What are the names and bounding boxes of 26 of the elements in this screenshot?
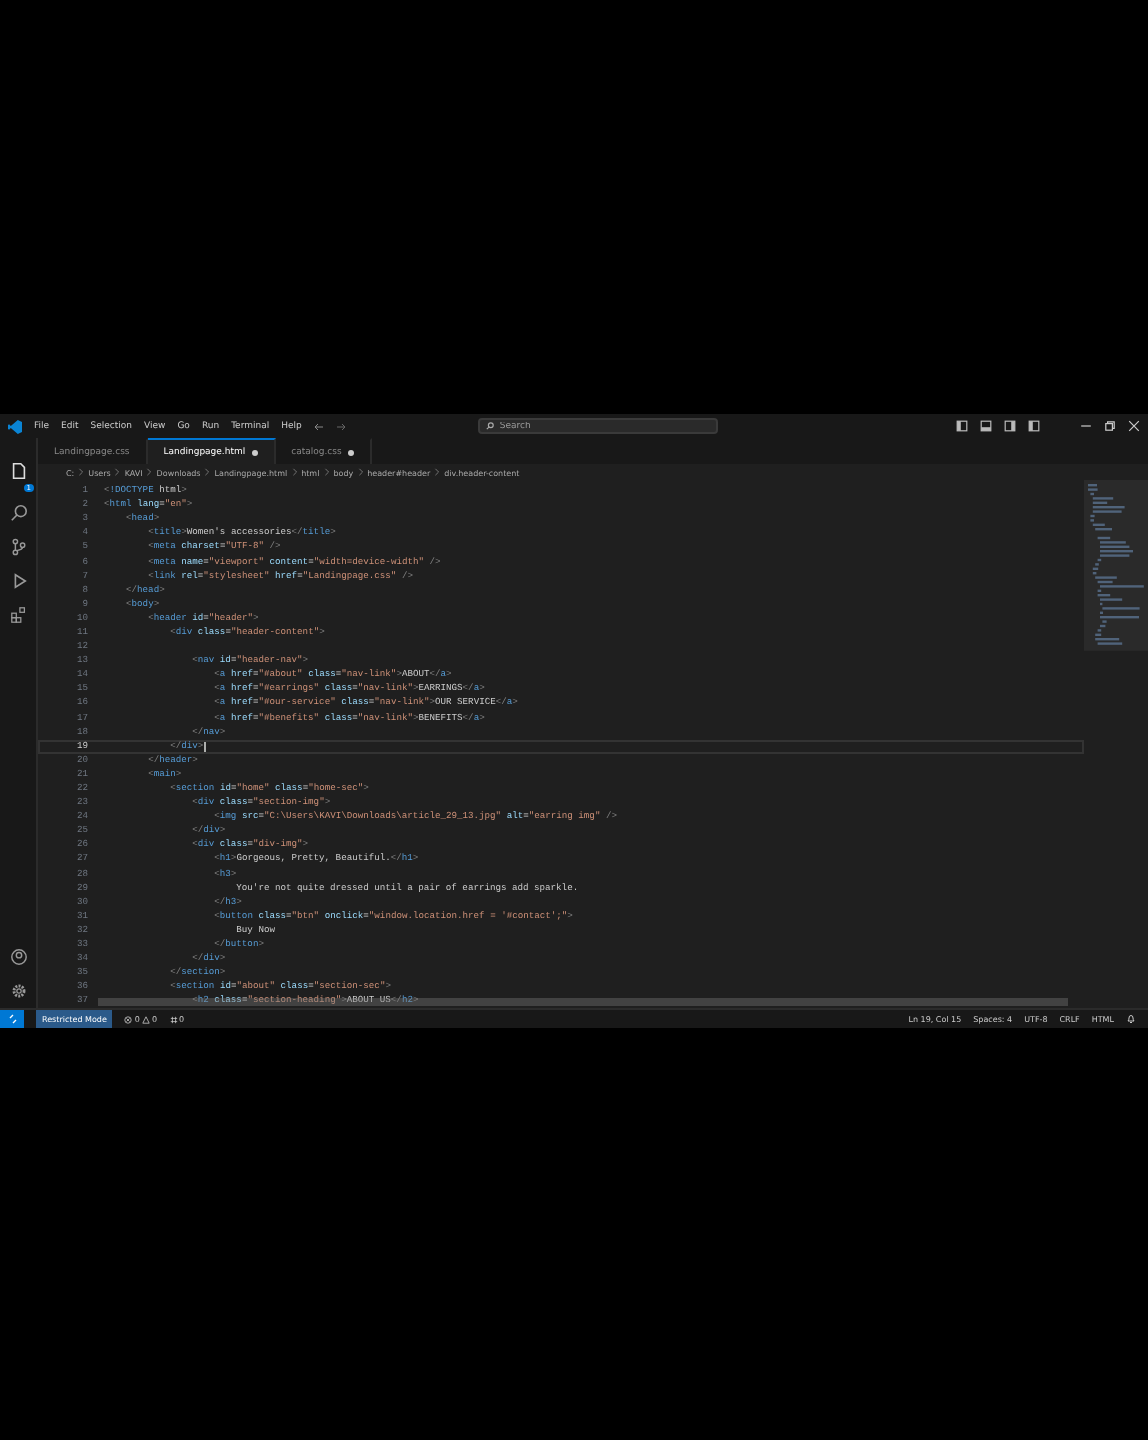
panel-right-icon[interactable] xyxy=(1004,420,1016,432)
chevron-icon xyxy=(323,468,330,476)
chevron-icon xyxy=(291,468,298,476)
source-control-icon[interactable] xyxy=(9,538,27,556)
app-logo-icon xyxy=(8,419,22,433)
chevron-icon xyxy=(204,468,211,476)
search-icon xyxy=(485,422,494,430)
chevron-icon xyxy=(114,468,121,476)
files-icon[interactable] xyxy=(9,462,27,480)
chevron-icon xyxy=(357,468,364,476)
restore-icon[interactable] xyxy=(1104,420,1116,432)
chevron-icon xyxy=(78,468,85,476)
chevron-icon xyxy=(434,468,441,476)
extensions-icon[interactable] xyxy=(9,606,27,624)
minimize-icon[interactable] xyxy=(1080,420,1092,432)
run-debug-icon[interactable] xyxy=(9,572,27,590)
close-icon[interactable] xyxy=(1128,420,1140,432)
account-icon[interactable] xyxy=(9,948,27,966)
search-icon[interactable] xyxy=(9,504,27,522)
panel-left-icon[interactable] xyxy=(956,420,968,432)
panel-bottom-icon[interactable] xyxy=(980,420,992,432)
back-arrow-icon[interactable] xyxy=(313,421,324,431)
bell-icon[interactable] xyxy=(1126,1014,1136,1024)
settings-icon[interactable] xyxy=(9,982,27,1000)
forward-arrow-icon[interactable] xyxy=(335,421,346,431)
chevron-icon xyxy=(146,468,153,476)
